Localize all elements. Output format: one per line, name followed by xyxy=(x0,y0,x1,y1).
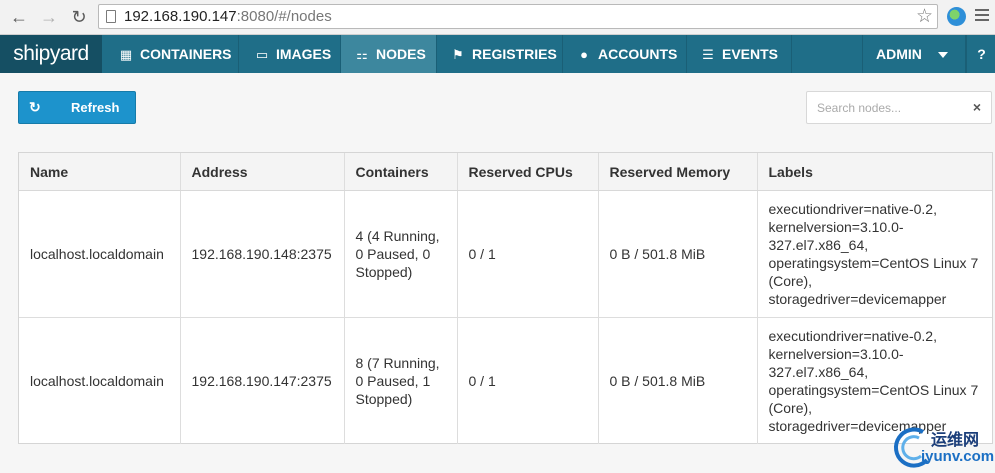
url-text: 192.168.190.147:8080/#/nodes xyxy=(124,8,332,25)
refresh-icon: ↻ xyxy=(29,99,41,115)
node-labels: executiondriver=native-0.2, kernelversio… xyxy=(757,190,992,318)
node-address: 192.168.190.147:2375 xyxy=(180,317,345,444)
app-navbar: shipyard ▦ CONTAINERS ▭ IMAGES ⚏ NODES ⚑ REG… xyxy=(0,35,995,73)
node-containers: 4 (4 Running, 0 Paused, 0 Stopped) xyxy=(344,190,458,318)
label-item: executiondriver=native-0.2, xyxy=(768,328,938,344)
back-arrow-icon[interactable]: ← xyxy=(8,6,30,28)
watermark-domain: iyunv.com xyxy=(921,448,995,465)
extension-globe-icon[interactable] xyxy=(947,7,966,26)
search-input[interactable] xyxy=(815,98,969,118)
user-menu[interactable]: ADMIN xyxy=(862,35,966,73)
refresh-button[interactable]: ↻ Refresh xyxy=(18,91,136,124)
browser-menu-icon[interactable] xyxy=(975,9,989,24)
column-header-containers[interactable]: Containers xyxy=(344,153,458,191)
brand-logo[interactable]: shipyard xyxy=(0,35,102,73)
label-item: operatingsystem=CentOS Linux 7 (Core), xyxy=(768,382,979,416)
drive-icon: ▭ xyxy=(255,47,269,62)
column-header-reserved-cpus[interactable]: Reserved CPUs xyxy=(457,153,599,191)
label-item: storagedriver=devicemapper xyxy=(768,291,947,307)
nav-registries[interactable]: ⚑ REGISTRIES xyxy=(437,35,563,73)
browser-chrome: ← → ↻ 192.168.190.147:8080/#/nodes ☆ xyxy=(0,0,995,35)
flag-icon: ⚑ xyxy=(452,47,464,62)
table-row[interactable]: localhost.localdomain 192.168.190.147:23… xyxy=(19,317,992,444)
column-header-reserved-memory[interactable]: Reserved Memory xyxy=(598,153,758,191)
node-name: localhost.localdomain xyxy=(19,190,181,318)
help-icon[interactable]: ? xyxy=(966,35,995,73)
address-bar[interactable]: 192.168.190.147:8080/#/nodes ☆ xyxy=(98,4,938,29)
nav-accounts[interactable]: ● ACCOUNTS xyxy=(563,35,687,73)
node-reserved-memory: 0 B / 501.8 MiB xyxy=(598,190,758,318)
nav-containers[interactable]: ▦ CONTAINERS xyxy=(102,35,239,73)
node-address: 192.168.190.148:2375 xyxy=(180,190,345,318)
list-icon: ☰ xyxy=(702,47,714,62)
table-row[interactable]: localhost.localdomain 192.168.190.148:23… xyxy=(19,190,992,318)
column-header-address[interactable]: Address xyxy=(180,153,345,191)
node-reserved-cpus: 0 / 1 xyxy=(457,317,599,444)
search-box: × xyxy=(806,91,992,124)
table-header-row: Name Address Containers Reserved CPUs Re… xyxy=(19,153,992,191)
nav-images[interactable]: ▭ IMAGES xyxy=(239,35,341,73)
user-icon: ● xyxy=(580,47,588,62)
watermark-text: 运维网 xyxy=(931,432,980,449)
nav-events[interactable]: ☰ EVENTS xyxy=(687,35,792,73)
nav-nodes[interactable]: ⚏ NODES xyxy=(341,35,437,73)
sitemap-icon: ⚏ xyxy=(356,47,368,62)
label-item: kernelversion=3.10.0-327.el7.x86_64, xyxy=(768,346,904,380)
page-icon xyxy=(106,10,116,23)
node-reserved-cpus: 0 / 1 xyxy=(457,190,599,318)
bookmark-star-icon[interactable]: ☆ xyxy=(916,5,933,29)
close-icon[interactable]: × xyxy=(973,99,981,115)
label-item: executiondriver=native-0.2, xyxy=(768,201,938,217)
label-item: kernelversion=3.10.0-327.el7.x86_64, xyxy=(768,219,904,253)
watermark-logo: 运维网 iyunv.com xyxy=(893,424,995,472)
node-containers: 8 (7 Running, 0 Paused, 1 Stopped) xyxy=(344,317,458,444)
chevron-down-icon xyxy=(937,52,948,59)
column-header-labels[interactable]: Labels xyxy=(757,153,992,191)
node-reserved-memory: 0 B / 501.8 MiB xyxy=(598,317,758,444)
grid-icon: ▦ xyxy=(119,47,133,62)
reload-icon[interactable]: ↻ xyxy=(68,6,90,28)
column-header-name[interactable]: Name xyxy=(19,153,181,191)
forward-arrow-icon[interactable]: → xyxy=(38,6,60,28)
nodes-table: Name Address Containers Reserved CPUs Re… xyxy=(18,152,993,444)
label-item: operatingsystem=CentOS Linux 7 (Core), xyxy=(768,255,979,289)
node-name: localhost.localdomain xyxy=(19,317,181,444)
